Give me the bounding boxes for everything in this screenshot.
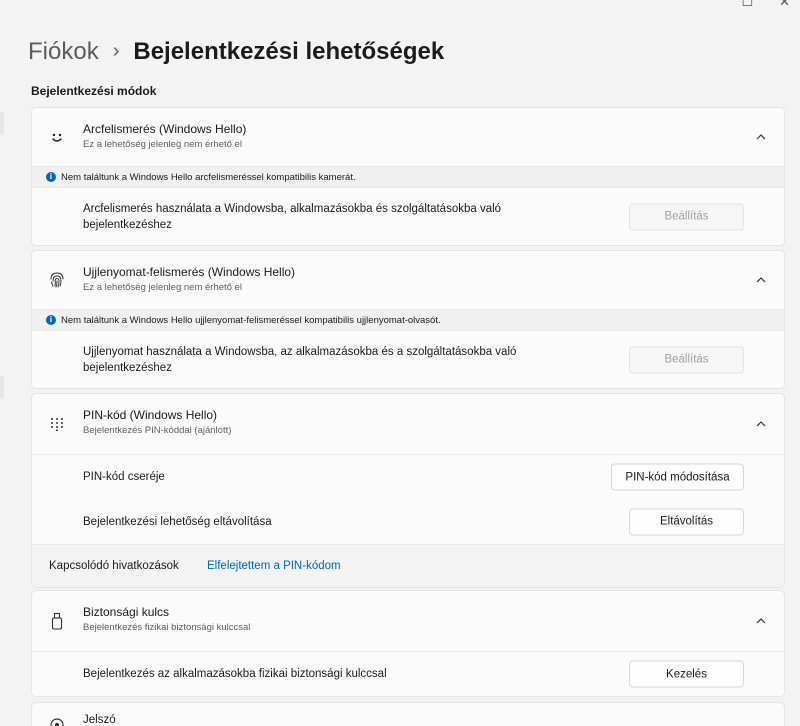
password-card[interactable]: Jelszó [31,702,785,726]
face-recognition-card: Arcfelismerés (Windows Hello) Ez a lehet… [31,107,785,246]
fingerprint-title: Ujjlenyomat-felismerés (Windows Hello) [83,265,296,279]
maximize-button[interactable]: ☐ [741,0,753,10]
pin-change-row: PIN-kód cseréje PIN-kód módosítása [32,454,784,499]
chevron-up-icon[interactable] [756,275,766,285]
pin-card: PIN-kód (Windows Hello) Bejelentkezés PI… [31,393,785,588]
pin-change-label: PIN-kód cseréje [83,471,165,483]
forgot-pin-link[interactable]: Elfelejtettem a PIN-kódom [207,560,341,572]
related-links-label: Kapcsolódó hivatkozások [49,560,179,572]
breadcrumb-parent-link[interactable]: Fiókok [28,38,99,66]
breadcrumb-separator: › [112,39,120,62]
breadcrumb: Fiókok › Bejelentkezési lehetőségek [28,35,444,69]
security-key-subtitle: Bejelentkezés fizikai biztonsági kulccsa… [83,622,251,633]
change-pin-button[interactable]: PIN-kód módosítása [611,463,744,491]
fingerprint-setup-button[interactable]: Beállítás [629,346,744,373]
chevron-up-icon[interactable] [756,132,766,142]
pin-remove-row: Bejelentkezési lehetőség eltávolítása El… [32,499,784,544]
key-icon [48,716,66,726]
pin-keypad-icon [48,415,66,433]
pin-remove-label: Bejelentkezési lehetőség eltávolítása [83,515,272,528]
usb-key-icon [48,612,66,630]
remove-pin-button[interactable]: Eltávolítás [629,508,744,535]
pin-subtitle: Bejelentkezés PIN-kóddal (ajánlott) [83,425,232,436]
info-icon: i [46,315,56,325]
page-title: Bejelentkezési lehetőségek [133,38,445,65]
pin-header[interactable]: PIN-kód (Windows Hello) Bejelentkezés PI… [32,394,784,454]
face-recognition-info-text: Nem találtunk a Windows Hello arcfelisme… [61,172,356,183]
manage-security-key-button[interactable]: Kezelés [629,660,744,688]
smiley-face-icon [48,128,66,146]
security-key-setting-row: Bejelentkezés az alkalmazásokba fizikai … [32,651,784,696]
face-recognition-subtitle: Ez a lehetőség jelenleg nem érhető el [83,139,242,150]
nav-pane-edge [0,376,4,398]
security-key-header[interactable]: Biztonsági kulcs Bejelentkezés fizikai b… [32,591,784,651]
close-button[interactable]: ✕ [779,0,790,10]
password-title: Jelszó [83,714,116,726]
face-setup-button[interactable]: Beállítás [629,203,744,230]
fingerprint-card: Ujjlenyomat-felismerés (Windows Hello) E… [31,250,785,389]
security-key-setting-label: Bejelentkezés az alkalmazásokba fizikai … [83,668,387,680]
fingerprint-subtitle: Ez a lehetőség jelenleg nem érhető el [83,282,242,293]
chevron-up-icon[interactable] [756,616,766,626]
fingerprint-info-text: Nem találtunk a Windows Hello ujjlenyoma… [61,315,441,326]
fingerprint-header[interactable]: Ujjlenyomat-felismerés (Windows Hello) E… [32,251,784,309]
face-recognition-setting-row: Arcfelismerés használata a Windowsba, al… [32,187,784,245]
fingerprint-icon [48,271,66,289]
fingerprint-info-bar: i Nem találtunk a Windows Hello ujjlenyo… [32,309,784,330]
security-key-title: Biztonsági kulcs [83,605,170,619]
info-icon: i [46,172,56,182]
nav-pane-edge [0,112,4,134]
section-heading: Bejelentkezési módok [31,84,157,98]
face-recognition-header[interactable]: Arcfelismerés (Windows Hello) Ez a lehet… [32,108,784,166]
security-key-card: Biztonsági kulcs Bejelentkezés fizikai b… [31,590,785,697]
fingerprint-setting-row: Ujjlenyomat használata a Windowsba, az a… [32,330,784,388]
face-recognition-title: Arcfelismerés (Windows Hello) [83,122,247,136]
fingerprint-setting-label: Ujjlenyomat használata a Windowsba, az a… [83,345,517,374]
face-recognition-setting-label: Arcfelismerés használata a Windowsba, al… [83,202,502,231]
face-recognition-info-bar: i Nem találtunk a Windows Hello arcfelis… [32,166,784,187]
window-controls: ☐ ✕ [741,0,790,10]
chevron-up-icon[interactable] [756,419,766,429]
related-links-row: Kapcsolódó hivatkozások Elfelejtettem a … [32,544,784,587]
pin-title: PIN-kód (Windows Hello) [83,408,218,422]
